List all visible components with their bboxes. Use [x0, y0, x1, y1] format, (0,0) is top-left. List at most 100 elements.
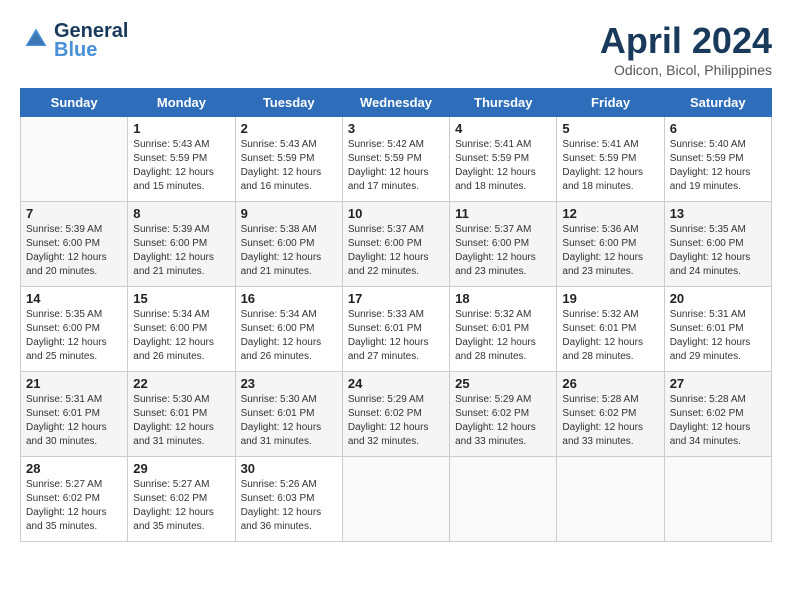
- day-number: 30: [241, 461, 337, 476]
- calendar-cell: 15 Sunrise: 5:34 AMSunset: 6:00 PMDayligh…: [128, 287, 235, 372]
- calendar-cell: 28Sunrise: 5:27 AMSunset: 6:02 PMDayligh…: [21, 457, 128, 542]
- calendar-cell: 27Sunrise: 5:28 AMSunset: 6:02 PMDayligh…: [664, 372, 771, 457]
- calendar-cell: 21 Sunrise: 5:31 AMSunset: 6:01 PMDayligh…: [21, 372, 128, 457]
- day-info: Sunrise: 5:36 AMSunset: 6:00 PMDaylight:…: [562, 223, 658, 279]
- day-number: 4: [455, 121, 551, 136]
- calendar-cell: 22 Sunrise: 5:30 AMSunset: 6:01 PMDayligh…: [128, 372, 235, 457]
- calendar-cell: 2Sunrise: 5:43 AMSunset: 5:59 PMDaylight…: [235, 117, 342, 202]
- calendar-cell: 26 Sunrise: 5:28 AMSunset: 6:02 PMDayligh…: [557, 372, 664, 457]
- day-number: 15: [133, 291, 229, 306]
- month-title: April 2024: [600, 20, 772, 62]
- calendar-week-row: 1 Sunrise: 5:43 AMSunset: 5:59 PMDaylight…: [21, 117, 772, 202]
- day-number: 29: [133, 461, 229, 476]
- day-info: Sunrise: 5:30 AMSunset: 6:01 PMDaylight:…: [133, 393, 229, 449]
- day-number: 22: [133, 376, 229, 391]
- day-header-wednesday: Wednesday: [342, 89, 449, 117]
- day-header-tuesday: Tuesday: [235, 89, 342, 117]
- calendar-cell: 8 Sunrise: 5:39 AMSunset: 6:00 PMDaylight…: [128, 202, 235, 287]
- day-number: 14: [26, 291, 122, 306]
- day-number: 13: [670, 206, 766, 221]
- day-number: 17: [348, 291, 444, 306]
- calendar-week-row: 21 Sunrise: 5:31 AMSunset: 6:01 PMDayligh…: [21, 372, 772, 457]
- day-header-saturday: Saturday: [664, 89, 771, 117]
- calendar-cell: [342, 457, 449, 542]
- day-info: Sunrise: 5:37 AMSunset: 6:00 PMDaylight:…: [455, 223, 551, 279]
- day-info: Sunrise: 5:43 AMSunset: 5:59 PMDaylight:…: [133, 138, 229, 194]
- calendar-cell: 6 Sunrise: 5:40 AMSunset: 5:59 PMDaylight…: [664, 117, 771, 202]
- location: Odicon, Bicol, Philippines: [600, 62, 772, 78]
- calendar-cell: 7Sunrise: 5:39 AMSunset: 6:00 PMDaylight…: [21, 202, 128, 287]
- day-number: 1: [133, 121, 229, 136]
- day-number: 23: [241, 376, 337, 391]
- day-number: 8: [133, 206, 229, 221]
- calendar-cell: 14 Sunrise: 5:35 AMSunset: 6:00 PMDayligh…: [21, 287, 128, 372]
- calendar-cell: 17 Sunrise: 5:33 AMSunset: 6:01 PMDayligh…: [342, 287, 449, 372]
- calendar-cell: 4 Sunrise: 5:41 AMSunset: 5:59 PMDaylight…: [450, 117, 557, 202]
- day-info: Sunrise: 5:31 AMSunset: 6:01 PMDaylight:…: [26, 393, 122, 449]
- day-info: Sunrise: 5:35 AMSunset: 6:00 PMDaylight:…: [26, 308, 122, 364]
- day-header-monday: Monday: [128, 89, 235, 117]
- calendar-cell: 25 Sunrise: 5:29 AMSunset: 6:02 PMDayligh…: [450, 372, 557, 457]
- logo-icon: [22, 25, 50, 53]
- day-info: Sunrise: 5:33 AMSunset: 6:01 PMDaylight:…: [348, 308, 444, 364]
- day-info: Sunrise: 5:38 AMSunset: 6:00 PMDaylight:…: [241, 223, 337, 279]
- day-number: 18: [455, 291, 551, 306]
- calendar-cell: 19 Sunrise: 5:32 AMSunset: 6:01 PMDayligh…: [557, 287, 664, 372]
- calendar-week-row: 28 Sunrise: 5:27 AMSunset: 6:02 PMDayligh…: [21, 457, 772, 542]
- day-number: 12: [562, 206, 658, 221]
- day-info: Sunrise: 5:32 AMSunset: 6:01 PMDaylight:…: [455, 308, 551, 364]
- day-info: Sunrise: 5:35 AMSunset: 6:00 PMDaylight:…: [670, 223, 766, 279]
- day-header-friday: Friday: [557, 89, 664, 117]
- day-number: 25: [455, 376, 551, 391]
- day-info: Sunrise: 5:31 AMSunset: 6:01 PMDaylight:…: [670, 308, 766, 364]
- calendar-cell: 11 Sunrise: 5:37 AMSunset: 6:00 PMDayligh…: [450, 202, 557, 287]
- day-info: Sunrise: 5:41 AMSunset: 5:59 PMDaylight:…: [562, 138, 658, 194]
- day-number: 16: [241, 291, 337, 306]
- day-info: Sunrise: 5:41 AMSunset: 5:59 PMDaylight:…: [455, 138, 551, 194]
- calendar-cell: 18 Sunrise: 5:32 AMSunset: 6:01 PMDayligh…: [450, 287, 557, 372]
- day-info: Sunrise: 5:27 AMSunset: 6:02 PMDaylight:…: [133, 478, 229, 534]
- day-number: 21: [26, 376, 122, 391]
- day-number: 6: [670, 121, 766, 136]
- day-info: Sunrise: 5:37 AMSunset: 6:00 PMDaylight:…: [348, 223, 444, 279]
- day-info: Sunrise: 5:29 AMSunset: 6:02 PMDaylight:…: [455, 393, 551, 449]
- day-number: 3: [348, 121, 444, 136]
- day-number: 19: [562, 291, 658, 306]
- calendar-cell: 29 Sunrise: 5:27 AMSunset: 6:02 PMDayligh…: [128, 457, 235, 542]
- calendar-cell: 12 Sunrise: 5:36 AMSunset: 6:00 PMDayligh…: [557, 202, 664, 287]
- day-header-sunday: Sunday: [21, 89, 128, 117]
- calendar-table: SundayMondayTuesdayWednesdayThursdayFrid…: [20, 88, 772, 542]
- day-info: Sunrise: 5:40 AMSunset: 5:59 PMDaylight:…: [670, 138, 766, 194]
- day-number: 26: [562, 376, 658, 391]
- day-info: Sunrise: 5:39 AMSunset: 6:00 PMDaylight:…: [133, 223, 229, 279]
- title-block: April 2024 Odicon, Bicol, Philippines: [600, 20, 772, 78]
- day-info: Sunrise: 5:29 AMSunset: 6:02 PMDaylight:…: [348, 393, 444, 449]
- day-number: 20: [670, 291, 766, 306]
- page-header: General Blue April 2024 Odicon, Bicol, P…: [20, 20, 772, 78]
- day-number: 11: [455, 206, 551, 221]
- day-number: 9: [241, 206, 337, 221]
- calendar-cell: 30Sunrise: 5:26 AMSunset: 6:03 PMDayligh…: [235, 457, 342, 542]
- calendar-cell: 9 Sunrise: 5:38 AMSunset: 6:00 PMDaylight…: [235, 202, 342, 287]
- calendar-cell: 23 Sunrise: 5:30 AMSunset: 6:01 PMDayligh…: [235, 372, 342, 457]
- day-info: Sunrise: 5:32 AMSunset: 6:01 PMDaylight:…: [562, 308, 658, 364]
- day-number: 28: [26, 461, 122, 476]
- day-info: Sunrise: 5:39 AMSunset: 6:00 PMDaylight:…: [26, 223, 122, 279]
- day-info: Sunrise: 5:34 AMSunset: 6:00 PMDaylight:…: [133, 308, 229, 364]
- day-number: 27: [670, 376, 766, 391]
- calendar-week-row: 14 Sunrise: 5:35 AMSunset: 6:00 PMDayligh…: [21, 287, 772, 372]
- calendar-cell: [450, 457, 557, 542]
- day-info: Sunrise: 5:28 AMSunset: 6:02 PMDaylight:…: [562, 393, 658, 449]
- day-header-thursday: Thursday: [450, 89, 557, 117]
- calendar-cell: 24Sunrise: 5:29 AMSunset: 6:02 PMDayligh…: [342, 372, 449, 457]
- calendar-cell: 16 Sunrise: 5:34 AMSunset: 6:00 PMDayligh…: [235, 287, 342, 372]
- calendar-cell: [664, 457, 771, 542]
- calendar-week-row: 7Sunrise: 5:39 AMSunset: 6:00 PMDaylight…: [21, 202, 772, 287]
- day-number: 2: [241, 121, 337, 136]
- day-info: Sunrise: 5:30 AMSunset: 6:01 PMDaylight:…: [241, 393, 337, 449]
- day-info: Sunrise: 5:34 AMSunset: 6:00 PMDaylight:…: [241, 308, 337, 364]
- calendar-cell: 1 Sunrise: 5:43 AMSunset: 5:59 PMDaylight…: [128, 117, 235, 202]
- calendar-cell: 3Sunrise: 5:42 AMSunset: 5:59 PMDaylight…: [342, 117, 449, 202]
- calendar-cell: [557, 457, 664, 542]
- calendar-cell: 20 Sunrise: 5:31 AMSunset: 6:01 PMDayligh…: [664, 287, 771, 372]
